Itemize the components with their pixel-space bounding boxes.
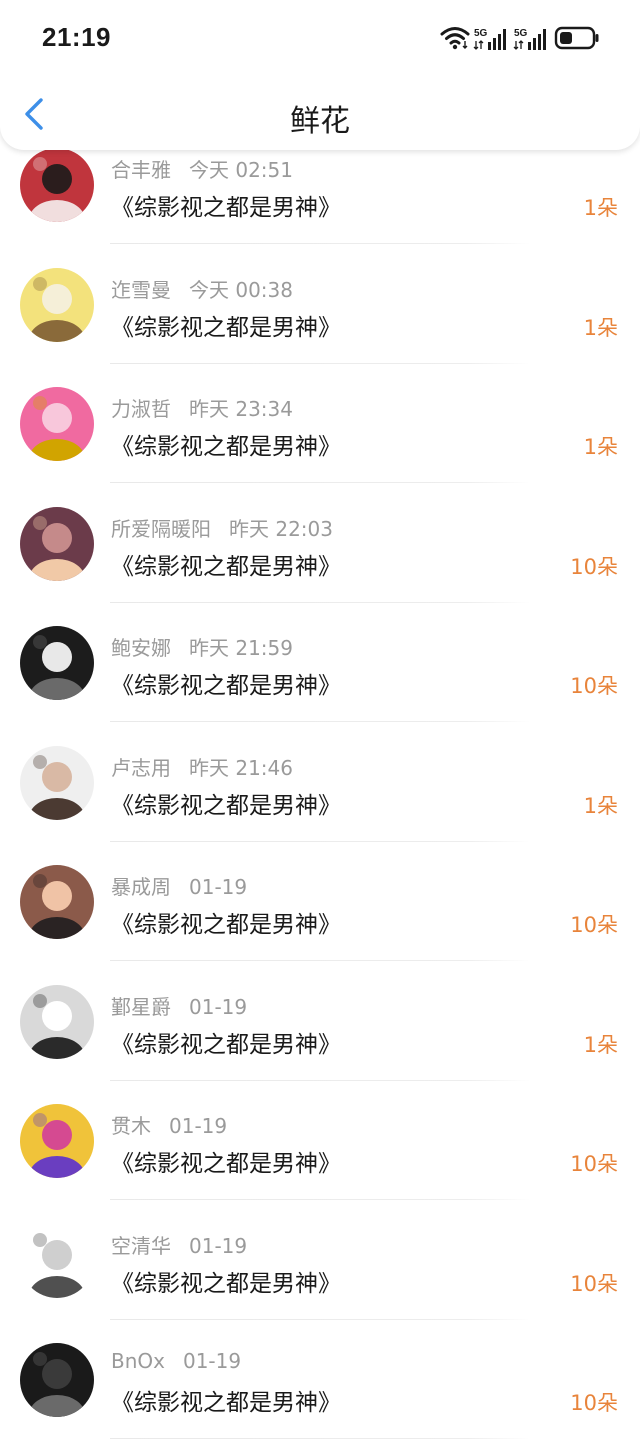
sender-name: 鲍安娜 xyxy=(111,636,171,660)
list-item[interactable]: 鄞星爵 01-19 《综影视之都是男神》 1朵 xyxy=(0,929,640,1081)
sender-info: 卢志用 昨天 21:46 xyxy=(111,752,293,781)
sender-name: 迮雪曼 xyxy=(111,277,171,302)
send-time: 昨天 21:46 xyxy=(189,755,293,780)
signal-icon-sim1: 5G xyxy=(473,28,506,50)
svg-text:5G: 5G xyxy=(514,28,528,39)
svg-text:5G: 5G xyxy=(474,28,488,39)
sender-name: 空清华 xyxy=(111,1233,171,1258)
sender-info: 鄞星爵 01-19 xyxy=(111,991,247,1020)
sender-info: 贯木 01-19 xyxy=(111,1110,227,1139)
send-time: 01-19 xyxy=(182,1349,242,1373)
send-time: 今天 00:38 xyxy=(189,277,293,302)
send-time: 01-19 xyxy=(169,1114,228,1138)
sender-name: 所爱隔暖阳 xyxy=(111,516,211,541)
sender-info: 力淑哲 昨天 23:34 xyxy=(111,393,293,422)
sender-name: 贯木 xyxy=(111,1114,151,1138)
send-time: 01-19 xyxy=(189,994,248,1019)
list-item[interactable]: 迮雪曼 今天 00:38 《综影视之都是男神》 1朵 xyxy=(0,212,640,364)
sender-info: 暴成周 01-19 xyxy=(111,871,247,900)
list-item[interactable]: BnOx 01-19 《综影视之都是男神》 10朵 xyxy=(0,1287,640,1439)
avatar[interactable] xyxy=(20,1343,94,1417)
status-time: 21:19 xyxy=(42,22,111,52)
list-item[interactable]: 贯木 01-19 《综影视之都是男神》 10朵 xyxy=(0,1048,640,1200)
sender-name: 合丰雅 xyxy=(111,158,171,182)
send-time: 昨天 22:03 xyxy=(229,516,333,541)
sender-info: 迮雪曼 今天 00:38 xyxy=(111,274,293,303)
send-time: 01-19 xyxy=(189,1233,248,1258)
signal-icon-sim2: 5G xyxy=(513,28,546,50)
list-item[interactable]: 卢志用 昨天 21:46 《综影视之都是男神》 1朵 xyxy=(0,690,640,842)
send-time: 昨天 23:34 xyxy=(189,397,293,421)
sender-info: 合丰雅 今天 02:51 xyxy=(111,154,293,183)
book-title: 《综影视之都是男神》 xyxy=(111,1390,341,1416)
list-item[interactable]: 暴成周 01-19 《综影视之都是男神》 10朵 xyxy=(0,809,640,961)
battery-icon xyxy=(554,26,599,50)
sender-name: 卢志用 xyxy=(111,755,171,780)
status-icons: 5G 5G xyxy=(440,24,600,52)
nav-bar: 鲜花 xyxy=(0,78,640,150)
page-title: 鲜花 xyxy=(290,104,350,139)
wifi-icon xyxy=(440,27,470,50)
list-item[interactable]: 空清华 01-19 《综影视之都是男神》 10朵 xyxy=(0,1168,640,1320)
sender-info: 所爱隔暖阳 昨天 22:03 xyxy=(111,513,333,542)
app-header: 21:19 5G 5G 鲜花 xyxy=(0,0,640,150)
list-item[interactable]: 力淑哲 昨天 23:34 《综影视之都是男神》 1朵 xyxy=(0,331,640,483)
flower-count: 10朵 xyxy=(570,1391,618,1415)
list-item[interactable]: 鲍安娜 昨天 21:59 《综影视之都是男神》 10朵 xyxy=(0,570,640,722)
status-bar: 21:19 5G 5G xyxy=(0,0,640,78)
list-item[interactable]: 所爱隔暖阳 昨天 22:03 《综影视之都是男神》 10朵 xyxy=(0,451,640,603)
sender-name: 力淑哲 xyxy=(111,397,171,421)
send-time: 01-19 xyxy=(189,875,248,899)
flower-list: 合丰雅 今天 02:51 《综影视之都是男神》 1朵 迮雪曼 今天 00:38 《综… xyxy=(0,92,640,1439)
sender-info: 鲍安娜 昨天 21:59 xyxy=(111,632,293,661)
sender-name: 鄞星爵 xyxy=(111,994,171,1019)
sender-name: 暴成周 xyxy=(111,875,171,899)
sender-name: BnOx xyxy=(111,1349,165,1373)
sender-info: 空清华 01-19 xyxy=(111,1230,247,1259)
sender-info: BnOx 01-19 xyxy=(111,1349,241,1373)
send-time: 昨天 21:59 xyxy=(189,636,293,660)
send-time: 今天 02:51 xyxy=(189,158,293,182)
